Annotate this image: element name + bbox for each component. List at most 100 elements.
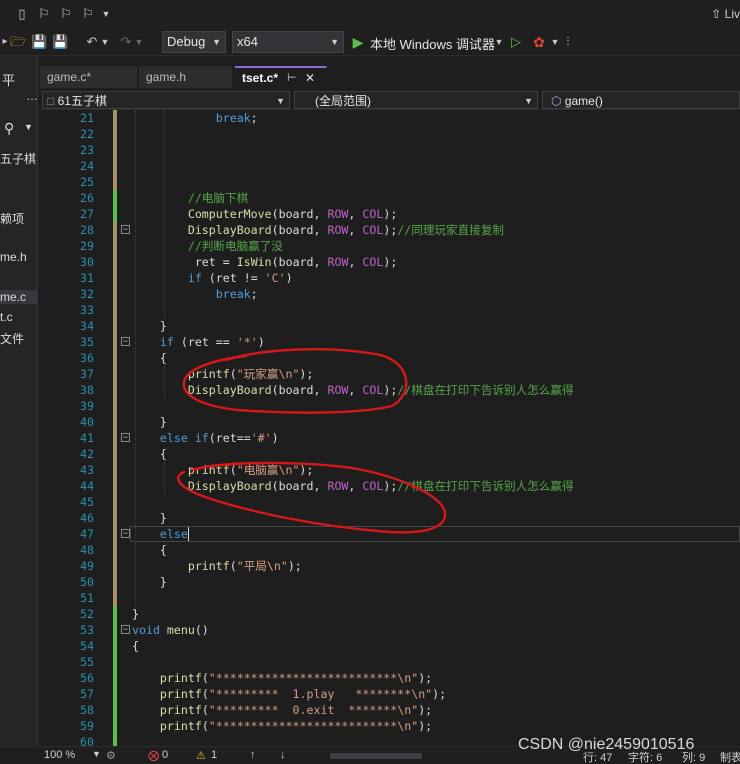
code-line[interactable]: 59 printf("**************************\n"… — [40, 718, 740, 734]
code-editor[interactable]: − − − − − 21 break; 22 23 24 25 26 //电脑下棋 27 C… — [40, 110, 740, 746]
tab-tset-c[interactable]: tset.c* ⊢ ✕ — [235, 66, 327, 88]
code-line[interactable]: 40 } — [40, 414, 740, 430]
code-text[interactable]: DisplayBoard(board, ROW, COL);//棋盘在打印下告诉… — [132, 382, 574, 398]
tab-game-c[interactable]: game.c* — [40, 66, 138, 88]
debugger-dropdown-icon[interactable]: ▼ — [494, 33, 504, 51]
code-text[interactable]: } — [132, 510, 167, 526]
code-line[interactable]: 51 — [40, 590, 740, 606]
save-icon[interactable]: 💾 — [31, 33, 47, 51]
code-line[interactable]: 26 //电脑下棋 — [40, 190, 740, 206]
code-text[interactable]: { — [132, 638, 139, 654]
zoom-dropdown-icon[interactable]: ▼ — [92, 749, 101, 759]
horizontal-scrollbar[interactable] — [330, 753, 422, 759]
code-text[interactable]: printf("********* 0.exit *******\n"); — [132, 702, 432, 718]
start-debugging-icon[interactable]: ▶ — [350, 33, 366, 51]
pin-icon[interactable]: ⊢ — [287, 68, 297, 88]
code-text[interactable]: //电脑下棋 — [132, 190, 248, 206]
code-line[interactable]: 31 if (ret != 'C') — [40, 270, 740, 286]
code-line[interactable]: 58 printf("********* 0.exit *******\n"); — [40, 702, 740, 718]
code-text[interactable]: ComputerMove(board, ROW, COL); — [132, 206, 397, 222]
code-line[interactable]: 23 — [40, 142, 740, 158]
save-all-icon[interactable]: 💾 — [52, 33, 68, 51]
code-line[interactable]: 25 — [40, 174, 740, 190]
error-count[interactable]: 0 — [162, 749, 168, 761]
close-icon[interactable]: ✕ — [305, 68, 315, 88]
code-line[interactable]: 52} — [40, 606, 740, 622]
warning-icon[interactable]: ⚠ — [196, 749, 206, 762]
code-line[interactable]: 32 break; — [40, 286, 740, 302]
explorer-item[interactable]: 赖项 — [0, 210, 24, 227]
explorer-item[interactable]: 文件 — [0, 330, 24, 347]
code-line[interactable]: 45 — [40, 494, 740, 510]
code-line[interactable]: 39 — [40, 398, 740, 414]
code-line[interactable]: 43 printf("电脑赢\n"); — [40, 462, 740, 478]
code-text[interactable]: printf("电脑赢\n"); — [132, 462, 314, 478]
live-share-button[interactable]: ⇧ Liv — [711, 7, 740, 21]
previous-issue-icon[interactable]: ↑ — [250, 749, 256, 761]
redo-dropdown-icon[interactable]: ▼ — [134, 33, 144, 51]
search-dropdown-icon[interactable]: ▼ — [24, 122, 33, 132]
code-line[interactable]: 29 //判断电脑赢了没 — [40, 238, 740, 254]
code-text[interactable]: if (ret == '*') — [132, 334, 265, 350]
explorer-options-icon[interactable]: … — [26, 89, 37, 103]
search-icon[interactable]: ⚲ — [4, 120, 14, 137]
code-text[interactable]: } — [132, 574, 167, 590]
explorer-item[interactable]: 五子棋 — [0, 150, 36, 167]
code-text[interactable]: printf("**************************\n"); — [132, 670, 432, 686]
code-text[interactable]: DisplayBoard(board, ROW, COL);//同理玩家直接复制 — [132, 222, 504, 238]
code-text[interactable]: void menu() — [132, 622, 209, 638]
code-line[interactable]: 27 ComputerMove(board, ROW, COL); — [40, 206, 740, 222]
code-line[interactable]: 34 } — [40, 318, 740, 334]
bookmark-next-icon[interactable]: ⚐ — [36, 6, 52, 22]
code-line[interactable]: 33 — [40, 302, 740, 318]
tab-mode-indicator[interactable]: 制表 — [720, 749, 740, 764]
code-text[interactable]: { — [132, 350, 167, 366]
code-health-icon[interactable]: ⚙ — [106, 749, 116, 762]
start-without-debugging-icon[interactable]: ▷ — [509, 33, 523, 51]
code-text[interactable]: else — [132, 526, 188, 542]
explorer-item[interactable]: t.c — [0, 310, 13, 324]
code-text[interactable]: } — [132, 606, 139, 622]
nav-back-icon[interactable]: ▸ — [0, 33, 10, 51]
scope-select[interactable]: (全局范围) ▼ — [294, 91, 538, 109]
code-line[interactable]: 48 { — [40, 542, 740, 558]
code-line[interactable]: 49 printf("平局\n"); — [40, 558, 740, 574]
code-line[interactable]: 47 else — [40, 526, 740, 542]
code-line[interactable]: 46 } — [40, 510, 740, 526]
code-line[interactable]: 30 ret = IsWin(board, ROW, COL); — [40, 254, 740, 270]
bookmark-icon[interactable]: ▯ — [14, 6, 30, 22]
code-text[interactable]: { — [132, 542, 167, 558]
code-line[interactable]: 50 } — [40, 574, 740, 590]
code-line[interactable]: 42 { — [40, 446, 740, 462]
undo-dropdown-icon[interactable]: ▼ — [100, 33, 110, 51]
bookmark-clear-icon[interactable]: ⚐ — [80, 6, 96, 22]
code-text[interactable]: else if(ret=='#') — [132, 430, 279, 446]
code-line[interactable]: 56 printf("**************************\n"… — [40, 670, 740, 686]
error-icon[interactable]: ⨂ — [148, 749, 159, 762]
code-text[interactable]: ret = IsWin(board, ROW, COL); — [132, 254, 398, 270]
code-line[interactable]: 28 DisplayBoard(board, ROW, COL);//同理玩家直… — [40, 222, 740, 238]
project-select[interactable]: □ 61五子棋 ▼ — [42, 91, 290, 109]
overflow-chevron-icon[interactable]: ▼ — [98, 6, 114, 22]
code-line[interactable]: 37 printf("玩家赢\n"); — [40, 366, 740, 382]
open-folder-icon[interactable]: 🗁 — [10, 33, 26, 51]
code-text[interactable]: } — [132, 318, 167, 334]
code-text[interactable]: printf("**************************\n"); — [132, 718, 432, 734]
code-text[interactable]: printf("********* 1.play ********\n"); — [132, 686, 446, 702]
hot-reload-dropdown-icon[interactable]: ▼ — [550, 33, 560, 51]
code-text[interactable]: //判断电脑赢了没 — [132, 238, 283, 254]
warning-count[interactable]: 1 — [211, 749, 217, 761]
code-text[interactable]: } — [132, 414, 167, 430]
code-text[interactable]: printf("玩家赢\n"); — [132, 366, 314, 382]
configuration-select[interactable]: Debug ▼ — [162, 31, 226, 53]
tab-game-h[interactable]: game.h — [139, 66, 233, 88]
code-text[interactable]: break; — [132, 286, 258, 302]
bookmark-prev-icon[interactable]: ⚐ — [58, 6, 74, 22]
code-text[interactable]: { — [132, 446, 167, 462]
explorer-item[interactable]: me.h — [0, 250, 27, 264]
code-line[interactable]: 22 — [40, 126, 740, 142]
redo-icon[interactable]: ↷ — [118, 33, 134, 51]
code-line[interactable]: 54 { — [40, 638, 740, 654]
code-line[interactable]: 21 break; — [40, 110, 740, 126]
debugger-button[interactable]: 本地 Windows 调试器 — [370, 34, 495, 53]
